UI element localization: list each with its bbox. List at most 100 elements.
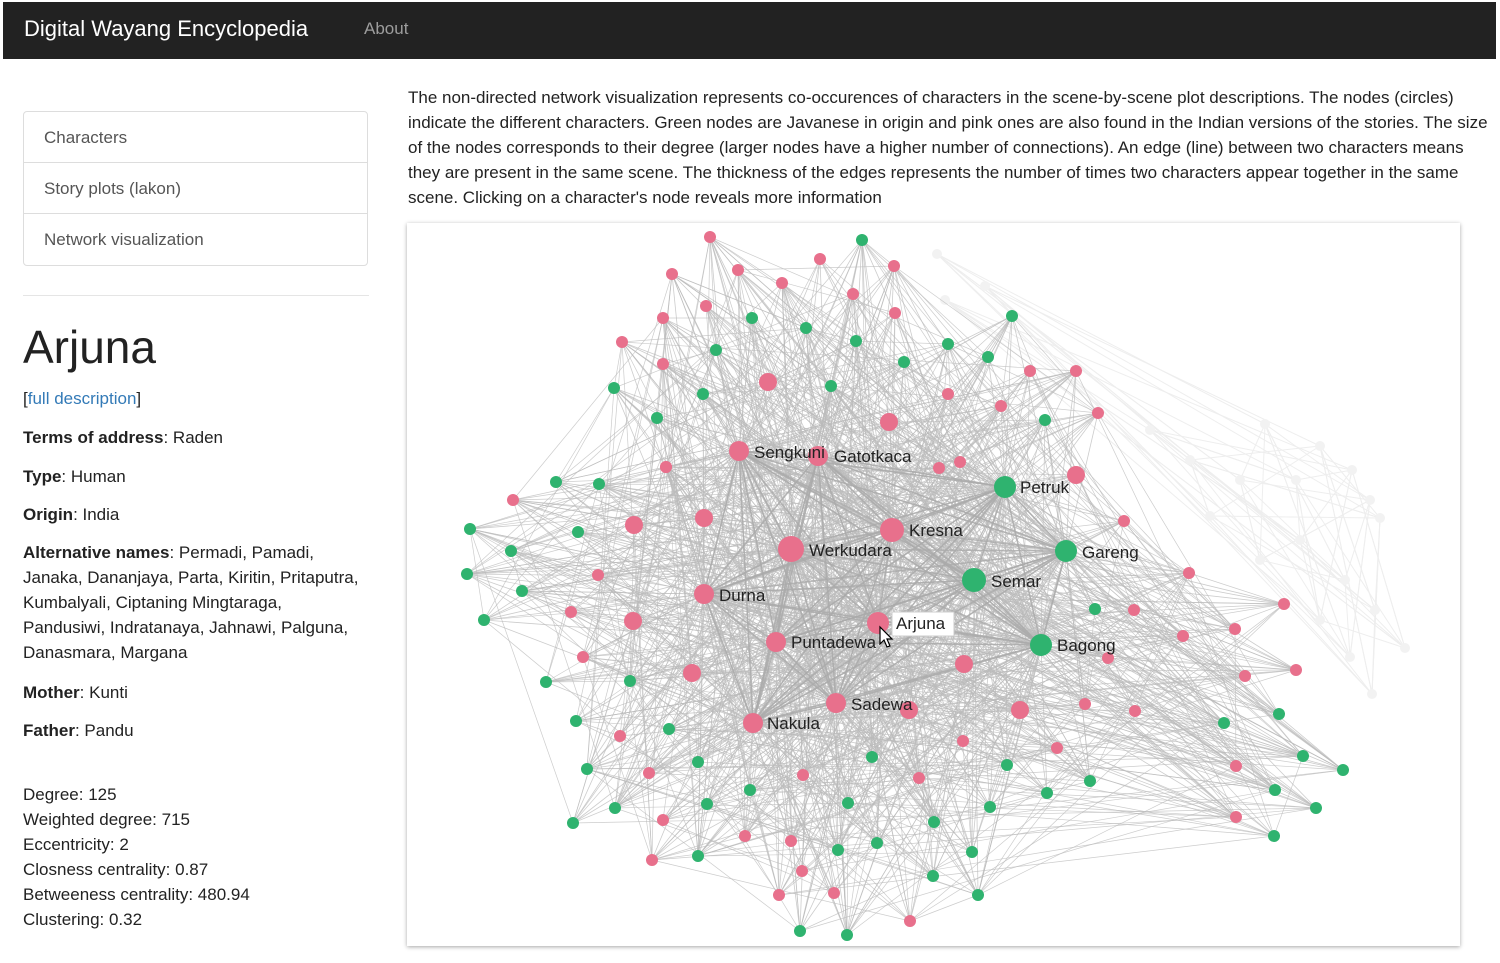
javanese-character-node[interactable] (866, 751, 878, 763)
javanese-character-node[interactable] (982, 351, 994, 363)
faded-node[interactable] (1260, 419, 1270, 429)
indian-character-node[interactable] (954, 456, 966, 468)
indian-character-node[interactable] (704, 231, 716, 243)
faded-node[interactable] (1365, 495, 1375, 505)
indian-character-node[interactable] (577, 651, 589, 663)
javanese-character-node[interactable] (972, 889, 984, 901)
indian-character-node[interactable] (616, 336, 628, 348)
indian-character-node[interactable] (1051, 742, 1063, 754)
javanese-character-node[interactable] (1269, 784, 1281, 796)
indian-character-node[interactable] (739, 830, 751, 842)
javanese-character-node[interactable] (624, 675, 636, 687)
indian-character-node[interactable] (1278, 598, 1290, 610)
node-semar[interactable] (962, 568, 986, 592)
node-durna[interactable] (694, 584, 714, 604)
node-arjuna[interactable] (867, 612, 889, 634)
javanese-character-node[interactable] (663, 723, 675, 735)
indian-character-node[interactable] (1183, 567, 1195, 579)
indian-character-node[interactable] (1230, 811, 1242, 823)
indian-character-node[interactable] (933, 462, 945, 474)
faded-node[interactable] (932, 249, 942, 259)
indian-character-node[interactable] (957, 735, 969, 747)
faded-node[interactable] (1185, 455, 1195, 465)
node-puntadewa[interactable] (766, 632, 786, 652)
indian-character-node[interactable] (1079, 698, 1091, 710)
indian-character-node[interactable] (913, 772, 925, 784)
faded-node[interactable] (1345, 652, 1355, 662)
indian-character-node[interactable] (657, 358, 669, 370)
indian-character-node[interactable] (995, 400, 1007, 412)
javanese-character-node[interactable] (966, 846, 978, 858)
indian-character-node[interactable] (847, 288, 859, 300)
indian-character-node[interactable] (796, 865, 808, 877)
javanese-character-node[interactable] (516, 585, 528, 597)
javanese-character-node[interactable] (478, 614, 490, 626)
node-sengkuni[interactable] (729, 441, 749, 461)
javanese-character-node[interactable] (593, 478, 605, 490)
javanese-character-node[interactable] (942, 338, 954, 350)
faded-node[interactable] (1291, 475, 1301, 485)
indian-character-node[interactable] (1092, 407, 1104, 419)
indian-character-node[interactable] (657, 312, 669, 324)
indian-character-node[interactable] (759, 373, 777, 391)
node-gareng[interactable] (1055, 540, 1077, 562)
indian-character-node[interactable] (592, 569, 604, 581)
javanese-character-node[interactable] (550, 476, 562, 488)
javanese-character-node[interactable] (572, 526, 584, 538)
indian-character-node[interactable] (683, 664, 701, 682)
node-nakula[interactable] (743, 713, 763, 733)
faded-node[interactable] (1235, 475, 1245, 485)
node-bagong[interactable] (1030, 634, 1052, 656)
brand-link[interactable]: Digital Wayang Encyclopedia (24, 16, 308, 42)
indian-character-node[interactable] (1070, 365, 1082, 377)
faded-node[interactable] (1367, 689, 1377, 699)
javanese-character-node[interactable] (1310, 802, 1322, 814)
faded-node[interactable] (1347, 465, 1357, 475)
network-graph-panel[interactable]: Sengkuni Gatotkaca Petruk Kresna Werkudara Ga… (407, 223, 1460, 946)
indian-character-node[interactable] (1230, 760, 1242, 772)
javanese-character-node[interactable] (505, 545, 517, 557)
node-kresna[interactable] (880, 518, 904, 542)
node-werkudara[interactable] (778, 536, 804, 562)
indian-character-node[interactable] (955, 655, 973, 673)
faded-node[interactable] (980, 281, 990, 291)
javanese-character-node[interactable] (608, 382, 620, 394)
faded-node[interactable] (1315, 441, 1325, 451)
indian-character-node[interactable] (904, 915, 916, 927)
javanese-character-node[interactable] (692, 756, 704, 768)
faded-node[interactable] (1400, 643, 1410, 653)
indian-character-node[interactable] (565, 606, 577, 618)
javanese-character-node[interactable] (841, 929, 853, 941)
faded-node[interactable] (1145, 425, 1155, 435)
javanese-character-node[interactable] (1297, 750, 1309, 762)
indian-character-node[interactable] (797, 769, 809, 781)
javanese-character-node[interactable] (1273, 708, 1285, 720)
faded-node[interactable] (1315, 615, 1325, 625)
javanese-character-node[interactable] (927, 870, 939, 882)
faded-node[interactable] (1375, 513, 1385, 523)
indian-character-node[interactable] (643, 767, 655, 779)
javanese-character-node[interactable] (1041, 787, 1053, 799)
javanese-character-node[interactable] (710, 344, 722, 356)
indian-character-node[interactable] (1129, 705, 1141, 717)
indian-character-node[interactable] (889, 307, 901, 319)
javanese-character-node[interactable] (928, 816, 940, 828)
javanese-character-node[interactable] (850, 335, 862, 347)
javanese-character-node[interactable] (832, 844, 844, 856)
javanese-character-node[interactable] (697, 388, 709, 400)
javanese-character-node[interactable] (898, 356, 910, 368)
network-graph[interactable]: Sengkuni Gatotkaca Petruk Kresna Werkudara Ga… (407, 223, 1460, 946)
indian-character-node[interactable] (1239, 670, 1251, 682)
javanese-character-node[interactable] (609, 802, 621, 814)
javanese-character-node[interactable] (1337, 764, 1349, 776)
indian-character-node[interactable] (942, 388, 954, 400)
javanese-character-node[interactable] (692, 850, 704, 862)
javanese-character-node[interactable] (1084, 775, 1096, 787)
javanese-character-node[interactable] (1218, 717, 1230, 729)
indian-character-node[interactable] (507, 494, 519, 506)
javanese-character-node[interactable] (800, 322, 812, 334)
javanese-character-node[interactable] (581, 763, 593, 775)
indian-character-node[interactable] (1024, 365, 1036, 377)
menu-item-characters[interactable]: Characters (24, 112, 367, 163)
javanese-character-node[interactable] (540, 676, 552, 688)
